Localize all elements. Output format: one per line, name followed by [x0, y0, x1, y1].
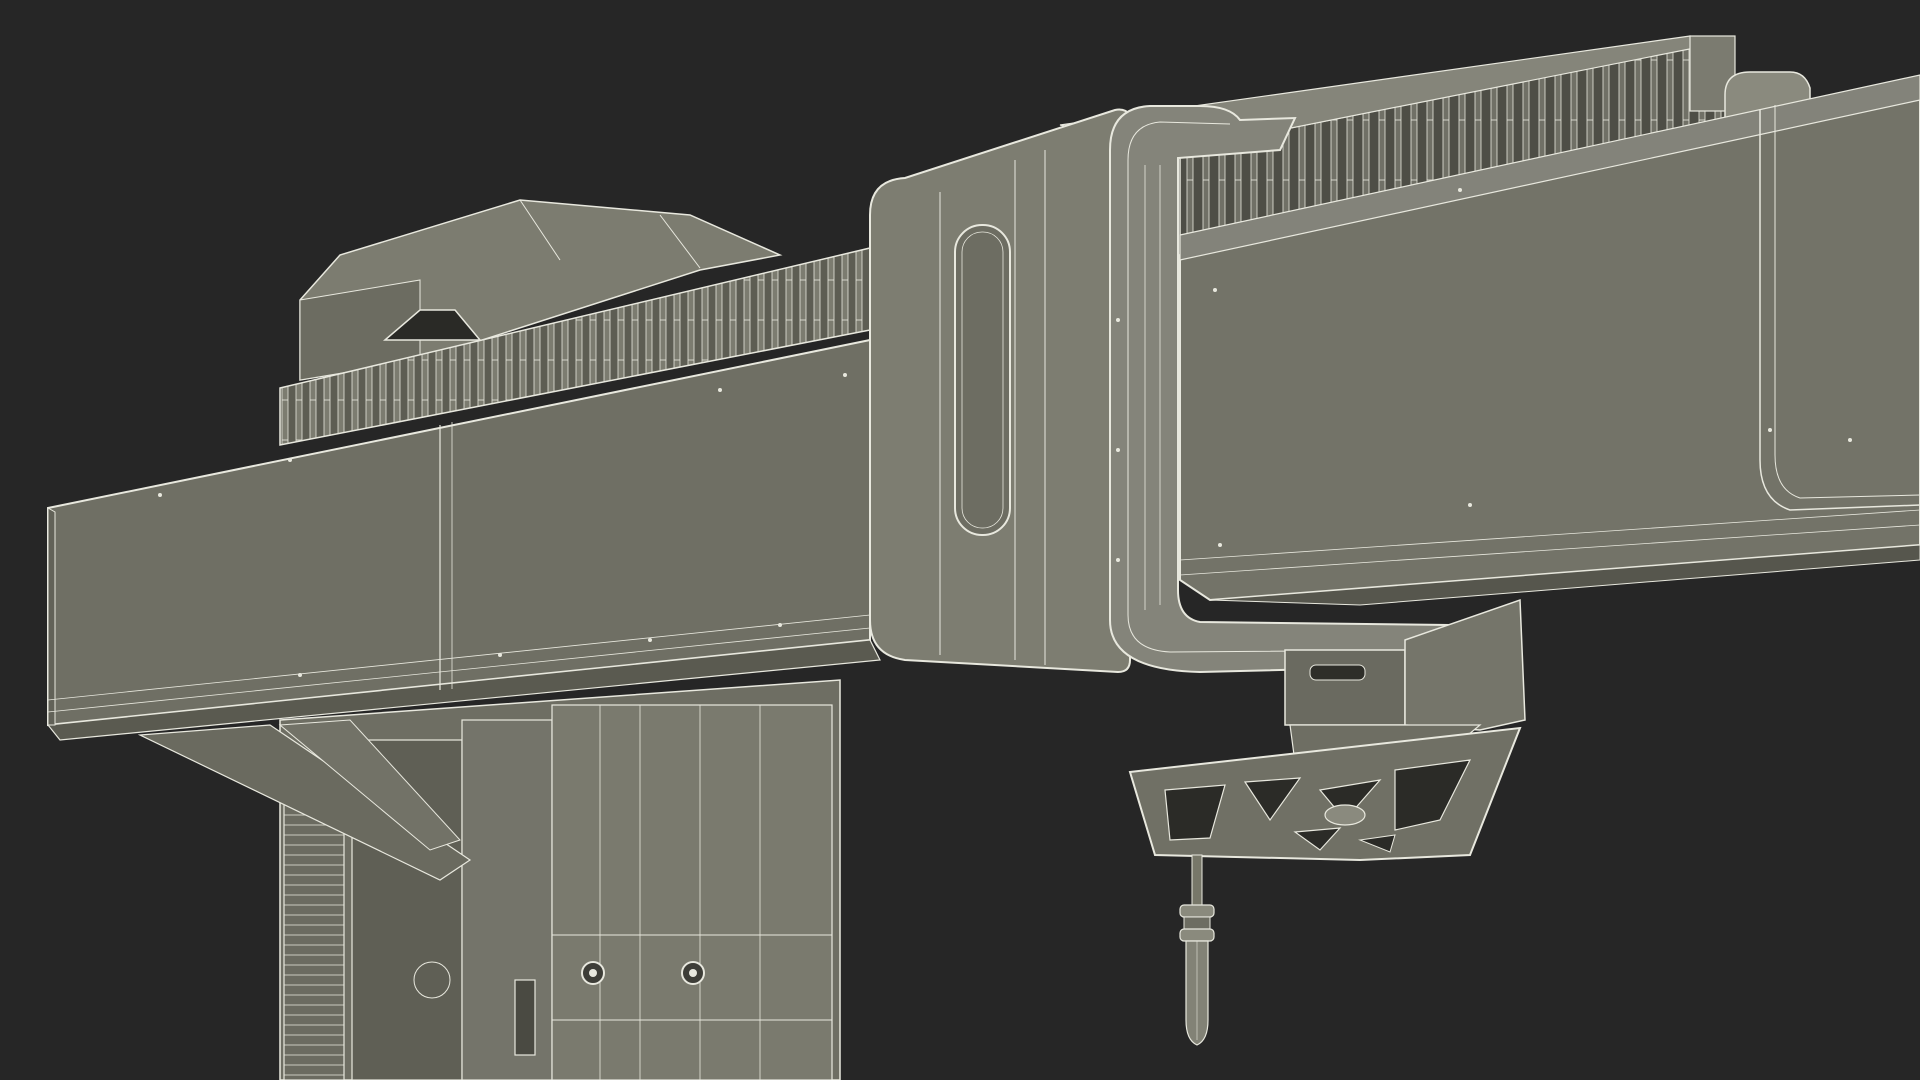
door-handle	[514, 979, 536, 1056]
carriage-slot	[954, 224, 1011, 536]
wireframe-render-viewport	[0, 0, 1920, 1080]
spindle-nozzle	[1179, 854, 1215, 1046]
gantry-machine-wireframe	[46, 35, 1920, 1080]
support-column	[137, 679, 841, 1080]
